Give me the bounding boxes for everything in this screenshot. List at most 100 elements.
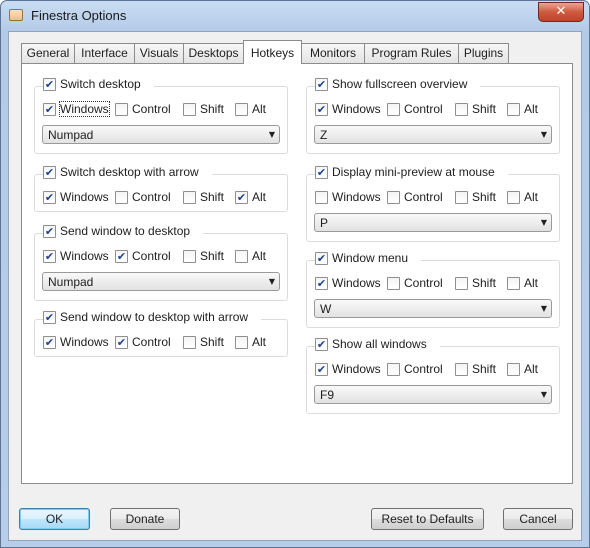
group-title-checkbox[interactable]: ✔ Send window to desktop with arrow (43, 310, 248, 324)
checkbox-box[interactable] (455, 102, 468, 116)
group-title-checkbox[interactable]: ✔ Send window to desktop (43, 224, 190, 238)
modifier-alt-checkbox[interactable]: Alt (235, 102, 275, 116)
chevron-down-icon[interactable]: ▼ (265, 277, 279, 286)
modifier-windows-checkbox[interactable]: ✔ Windows (43, 335, 115, 349)
checkbox-box[interactable] (183, 249, 196, 263)
checkbox-box[interactable] (115, 190, 128, 204)
modifier-shift-checkbox[interactable]: Shift (455, 102, 507, 116)
modifier-windows-checkbox[interactable]: Windows (315, 190, 387, 204)
checkbox-box[interactable] (235, 335, 248, 349)
checkbox-box[interactable] (315, 190, 328, 204)
key-dropdown[interactable]: Z ▼ (314, 125, 552, 144)
checkbox-box[interactable] (387, 362, 400, 376)
group-title-checkbox[interactable]: ✔ Switch desktop (43, 77, 141, 91)
modifier-shift-checkbox[interactable]: Shift (455, 362, 507, 376)
modifier-shift-checkbox[interactable]: Shift (183, 190, 235, 204)
ok-button[interactable]: OK (19, 508, 90, 530)
group-title-checkbox[interactable]: ✔ Display mini-preview at mouse (315, 165, 495, 179)
checkmark-icon[interactable]: ✔ (43, 224, 56, 238)
key-dropdown[interactable]: F9 ▼ (314, 385, 552, 404)
modifier-control-checkbox[interactable]: ✔ Control (115, 249, 183, 263)
group-title-checkbox[interactable]: ✔ Switch desktop with arrow (43, 165, 199, 179)
checkmark-icon[interactable]: ✔ (315, 102, 328, 116)
modifier-alt-checkbox[interactable]: ✔ Alt (235, 190, 275, 204)
chevron-down-icon[interactable]: ▼ (265, 130, 279, 139)
checkbox-box[interactable] (455, 190, 468, 204)
checkbox-box[interactable] (183, 102, 196, 116)
checkbox-box[interactable] (235, 102, 248, 116)
key-dropdown[interactable]: P ▼ (314, 213, 552, 232)
modifier-alt-checkbox[interactable]: Alt (507, 276, 547, 290)
tab-visuals[interactable]: Visuals (134, 43, 184, 63)
checkmark-icon[interactable]: ✔ (115, 335, 128, 349)
modifier-windows-checkbox[interactable]: ✔ Windows (43, 249, 115, 263)
modifier-shift-checkbox[interactable]: Shift (455, 190, 507, 204)
modifier-control-checkbox[interactable]: Control (115, 102, 183, 116)
modifier-control-checkbox[interactable]: ✔ Control (115, 335, 183, 349)
checkmark-icon[interactable]: ✔ (315, 362, 328, 376)
checkbox-box[interactable] (507, 102, 520, 116)
tab-desktops[interactable]: Desktops (183, 43, 244, 63)
modifier-alt-checkbox[interactable]: Alt (235, 335, 275, 349)
checkbox-box[interactable] (387, 102, 400, 116)
checkbox-box[interactable] (183, 190, 196, 204)
modifier-windows-checkbox[interactable]: ✔ Windows (43, 190, 115, 204)
cancel-button[interactable]: Cancel (503, 508, 573, 530)
checkbox-box[interactable] (115, 102, 128, 116)
modifier-windows-checkbox[interactable]: ✔ Windows (43, 101, 115, 117)
modifier-shift-checkbox[interactable]: Shift (183, 249, 235, 263)
checkmark-icon[interactable]: ✔ (115, 249, 128, 263)
modifier-control-checkbox[interactable]: Control (387, 362, 455, 376)
modifier-control-checkbox[interactable]: Control (387, 276, 455, 290)
checkmark-icon[interactable]: ✔ (43, 77, 56, 91)
checkmark-icon[interactable]: ✔ (43, 165, 56, 179)
tab-hotkeys[interactable]: Hotkeys (243, 40, 302, 64)
checkbox-box[interactable] (507, 190, 520, 204)
tab-plugins[interactable]: Plugins (458, 43, 509, 63)
chevron-down-icon[interactable]: ▼ (537, 390, 551, 399)
checkbox-box[interactable] (507, 276, 520, 290)
modifier-control-checkbox[interactable]: Control (115, 190, 183, 204)
checkbox-box[interactable] (235, 249, 248, 263)
checkmark-icon[interactable]: ✔ (43, 249, 56, 263)
checkmark-icon[interactable]: ✔ (315, 165, 328, 179)
reset-to-defaults-button[interactable]: Reset to Defaults (371, 508, 484, 530)
checkbox-box[interactable] (387, 276, 400, 290)
checkmark-icon[interactable]: ✔ (315, 251, 328, 265)
checkbox-box[interactable] (183, 335, 196, 349)
group-title-checkbox[interactable]: ✔ Show fullscreen overview (315, 77, 467, 91)
modifier-shift-checkbox[interactable]: Shift (455, 276, 507, 290)
modifier-alt-checkbox[interactable]: Alt (235, 249, 275, 263)
checkmark-icon[interactable]: ✔ (43, 310, 56, 324)
group-title-checkbox[interactable]: ✔ Window menu (315, 251, 408, 265)
checkmark-icon[interactable]: ✔ (315, 337, 328, 351)
chevron-down-icon[interactable]: ▼ (537, 218, 551, 227)
tab-interface[interactable]: Interface (74, 43, 135, 63)
key-dropdown[interactable]: Numpad ▼ (42, 125, 280, 144)
key-dropdown[interactable]: W ▼ (314, 299, 552, 318)
modifier-alt-checkbox[interactable]: Alt (507, 102, 547, 116)
modifier-alt-checkbox[interactable]: Alt (507, 362, 547, 376)
close-button[interactable]: ✕ (538, 2, 584, 22)
checkmark-icon[interactable]: ✔ (43, 190, 56, 204)
modifier-control-checkbox[interactable]: Control (387, 102, 455, 116)
title-bar[interactable]: Finestra Options ✕ (1, 1, 589, 31)
modifier-windows-checkbox[interactable]: ✔ Windows (315, 362, 387, 376)
tab-monitors[interactable]: Monitors (301, 43, 365, 63)
tab-general[interactable]: General (21, 43, 75, 63)
donate-button[interactable]: Donate (110, 508, 180, 530)
modifier-alt-checkbox[interactable]: Alt (507, 190, 547, 204)
checkmark-icon[interactable]: ✔ (43, 102, 56, 116)
tab-program-rules[interactable]: Program Rules (364, 43, 459, 63)
checkbox-box[interactable] (387, 190, 400, 204)
modifier-windows-checkbox[interactable]: ✔ Windows (315, 102, 387, 116)
checkmark-icon[interactable]: ✔ (315, 276, 328, 290)
modifier-shift-checkbox[interactable]: Shift (183, 335, 235, 349)
modifier-windows-checkbox[interactable]: ✔ Windows (315, 276, 387, 290)
checkmark-icon[interactable]: ✔ (43, 335, 56, 349)
key-dropdown[interactable]: Numpad ▼ (42, 272, 280, 291)
checkbox-box[interactable] (507, 362, 520, 376)
checkbox-box[interactable] (455, 362, 468, 376)
modifier-shift-checkbox[interactable]: Shift (183, 102, 235, 116)
modifier-control-checkbox[interactable]: Control (387, 190, 455, 204)
